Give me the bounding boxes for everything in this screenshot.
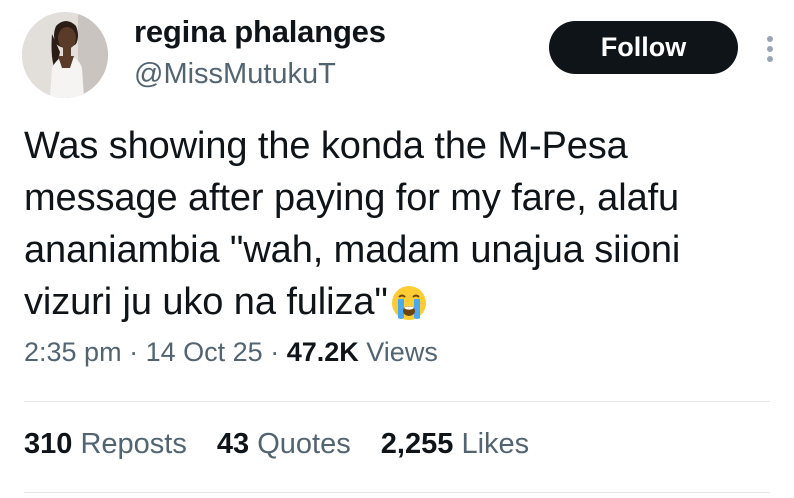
tweet-text-line: message after paying for my fare, alafu	[24, 177, 680, 219]
reposts-label: Reposts	[80, 428, 187, 460]
loudly-crying-face-icon	[390, 284, 428, 336]
follow-button[interactable]: Follow	[549, 21, 738, 74]
divider	[24, 492, 770, 493]
meta-separator: ·	[270, 337, 280, 367]
display-name[interactable]: regina phalanges	[134, 14, 386, 50]
more-options-icon[interactable]	[760, 34, 780, 64]
reposts-count: 310	[24, 428, 73, 460]
tweet-time[interactable]: 2:35 pm	[24, 337, 122, 367]
tweet-text-line: vizuri ju uko na fuliza"	[24, 281, 388, 323]
tweet-meta: 2:35 pm · 14 Oct 25 · 47.2K Views	[24, 337, 438, 368]
likes-count: 2,255	[380, 428, 454, 460]
quotes-stat[interactable]: 43 Quotes	[217, 428, 351, 461]
tweet-text-line: Was showing the konda the M-Pesa	[24, 125, 628, 167]
reposts-stat[interactable]: 310 Reposts	[24, 428, 187, 461]
tweet-text: Was showing the konda the M-Pesa message…	[24, 120, 764, 336]
views-label: Views	[366, 337, 438, 367]
quotes-count: 43	[216, 428, 250, 460]
likes-stat[interactable]: 2,255 Likes	[381, 428, 529, 461]
engagement-stats: 310 Reposts 43 Quotes 2,255 Likes	[24, 428, 551, 461]
user-handle[interactable]: @MissMutukuT	[134, 58, 336, 91]
views-count: 47.2K	[286, 337, 359, 367]
meta-separator: ·	[129, 337, 139, 367]
tweet-date[interactable]: 14 Oct 25	[146, 337, 263, 367]
avatar[interactable]	[22, 12, 108, 98]
likes-label: Likes	[461, 428, 530, 460]
tweet-text-line: ananiambia "wah, madam unajua siioni	[24, 229, 681, 271]
tweet-text-line-last: vizuri ju uko na fuliza"	[24, 276, 764, 336]
tweet-card: regina phalanges @MissMutukuT Follow Was…	[0, 0, 794, 498]
quotes-label: Quotes	[257, 428, 351, 460]
divider	[24, 401, 770, 402]
